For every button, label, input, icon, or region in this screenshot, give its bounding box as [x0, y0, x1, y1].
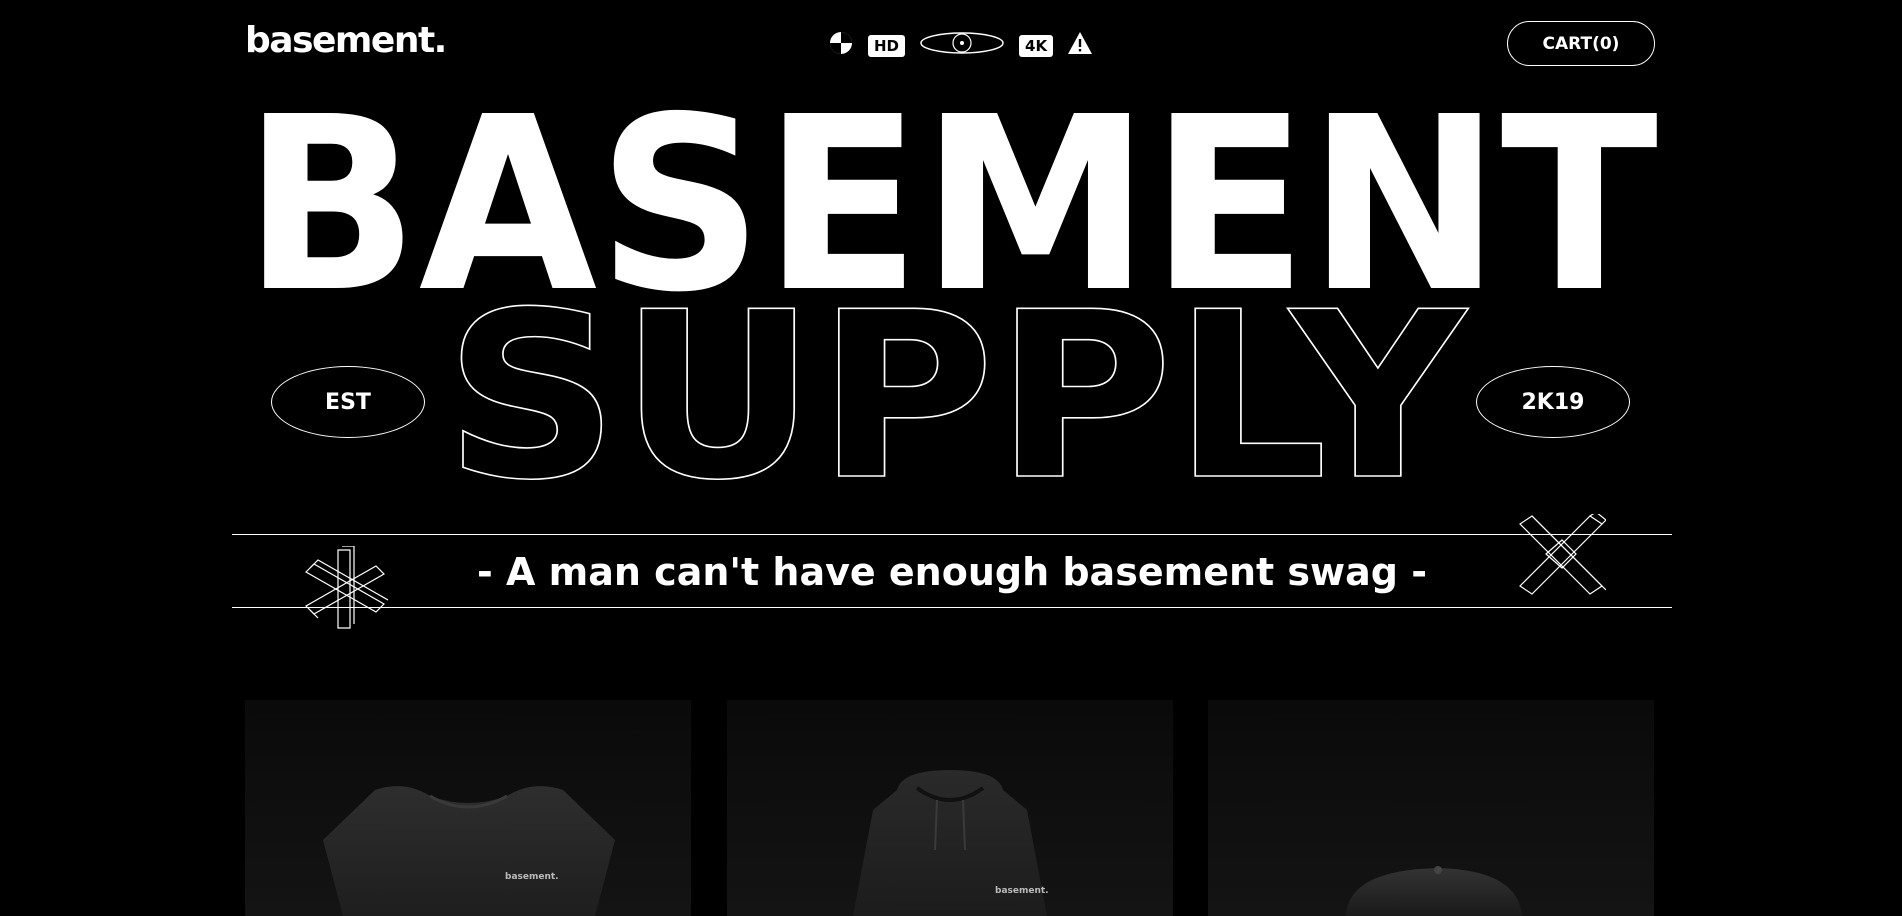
hoodie-print: basement.: [995, 886, 1049, 896]
hd-badge: HD: [868, 34, 906, 57]
tagline: - A man can't have enough basement swag …: [477, 550, 1427, 594]
quality-badges: HD 4K: [828, 30, 1093, 61]
hoodie-image: [853, 770, 1047, 916]
product-card-hoodie[interactable]: basement.: [727, 700, 1173, 916]
product-card-cap[interactable]: [1208, 700, 1654, 916]
page: basement. HD 4K CART(0) BASEMENT SUPPLY …: [0, 0, 1902, 916]
tshirt-image: [323, 786, 615, 916]
product-card-tshirt[interactable]: basement.: [245, 700, 691, 916]
tagline-band: - A man can't have enough basement swag …: [232, 534, 1672, 608]
tshirt-print: basement.: [505, 872, 559, 882]
cap-image: [1346, 866, 1522, 916]
eye-ellipse-icon: [919, 30, 1005, 61]
year-pill: 2K19: [1476, 366, 1630, 438]
hero-title-text: BASEMENT: [243, 80, 1658, 310]
warning-triangle-icon: [1067, 31, 1093, 60]
hero-title: BASEMENT: [243, 80, 1658, 310]
hero-subtitle-text: SUPPLY: [444, 290, 1469, 490]
est-pill: EST: [271, 366, 425, 438]
asterisk-3d-icon: [305, 546, 389, 629]
x-3d-icon: [1519, 514, 1606, 595]
logo[interactable]: basement.: [245, 20, 447, 61]
contrast-circle-icon: [828, 30, 854, 61]
4k-badge: 4K: [1019, 34, 1054, 57]
cart-button[interactable]: CART(0): [1507, 21, 1655, 66]
hero-subtitle: SUPPLY: [443, 290, 1469, 490]
